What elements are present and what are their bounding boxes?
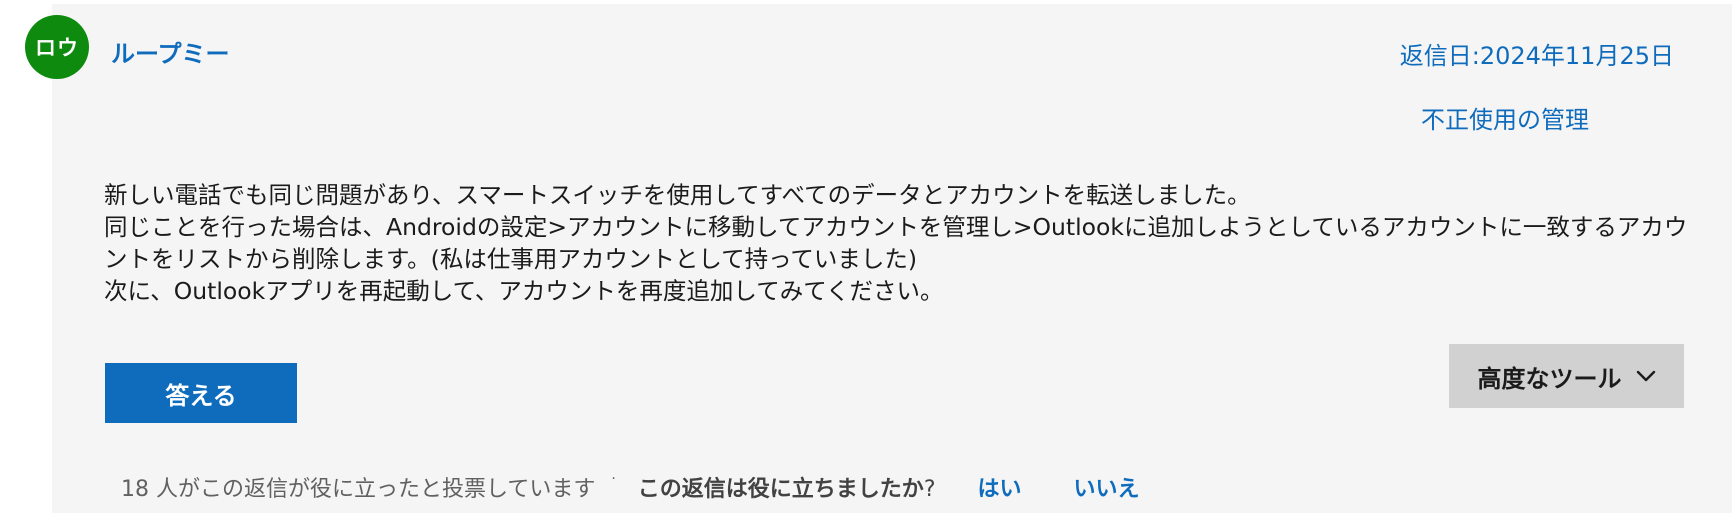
chevron-down-icon <box>1636 370 1656 382</box>
advanced-tools-label: 高度なツール <box>1477 364 1622 393</box>
separator-dot: · <box>611 471 616 487</box>
vote-yes-link[interactable]: はい <box>978 471 1022 503</box>
reply-body-line: 同じことを行った場合は、Androidの設定>アカウントに移動してアカウントを管… <box>104 213 1688 273</box>
manage-abuse-link[interactable]: 不正使用の管理 <box>1421 100 1589 135</box>
answer-button[interactable]: 答える <box>105 363 297 423</box>
helpful-question-mark: ? <box>923 477 936 502</box>
vote-no-link[interactable]: いいえ <box>1074 471 1140 503</box>
reply-body-line: 次に、Outlookアプリを再起動して、アカウントを再度追加してみてください。 <box>104 277 944 305</box>
reply-body: 新しい電話でも同じ問題があり、スマートスイッチを使用してすべてのデータとアカウン… <box>104 179 1689 307</box>
author-name-link[interactable]: ループミー <box>111 34 230 69</box>
feedback-bar: 18 人がこの返信が役に立ったと投票しています · この返信は役に立ちましたか?… <box>121 470 1140 504</box>
vote-count: 18 人がこの返信が役に立ったと投票しています <box>121 477 596 502</box>
advanced-tools-button[interactable]: 高度なツール <box>1449 344 1684 408</box>
reply-date: 返信日:2024年11月25日 <box>1399 42 1674 70</box>
avatar: ロウ <box>25 15 89 79</box>
reply-body-line: 新しい電話でも同じ問題があり、スマートスイッチを使用してすべてのデータとアカウン… <box>104 181 1251 209</box>
helpful-question: この返信は役に立ちましたか? <box>638 471 936 503</box>
helpful-question-text: この返信は役に立ちましたか <box>637 477 924 502</box>
